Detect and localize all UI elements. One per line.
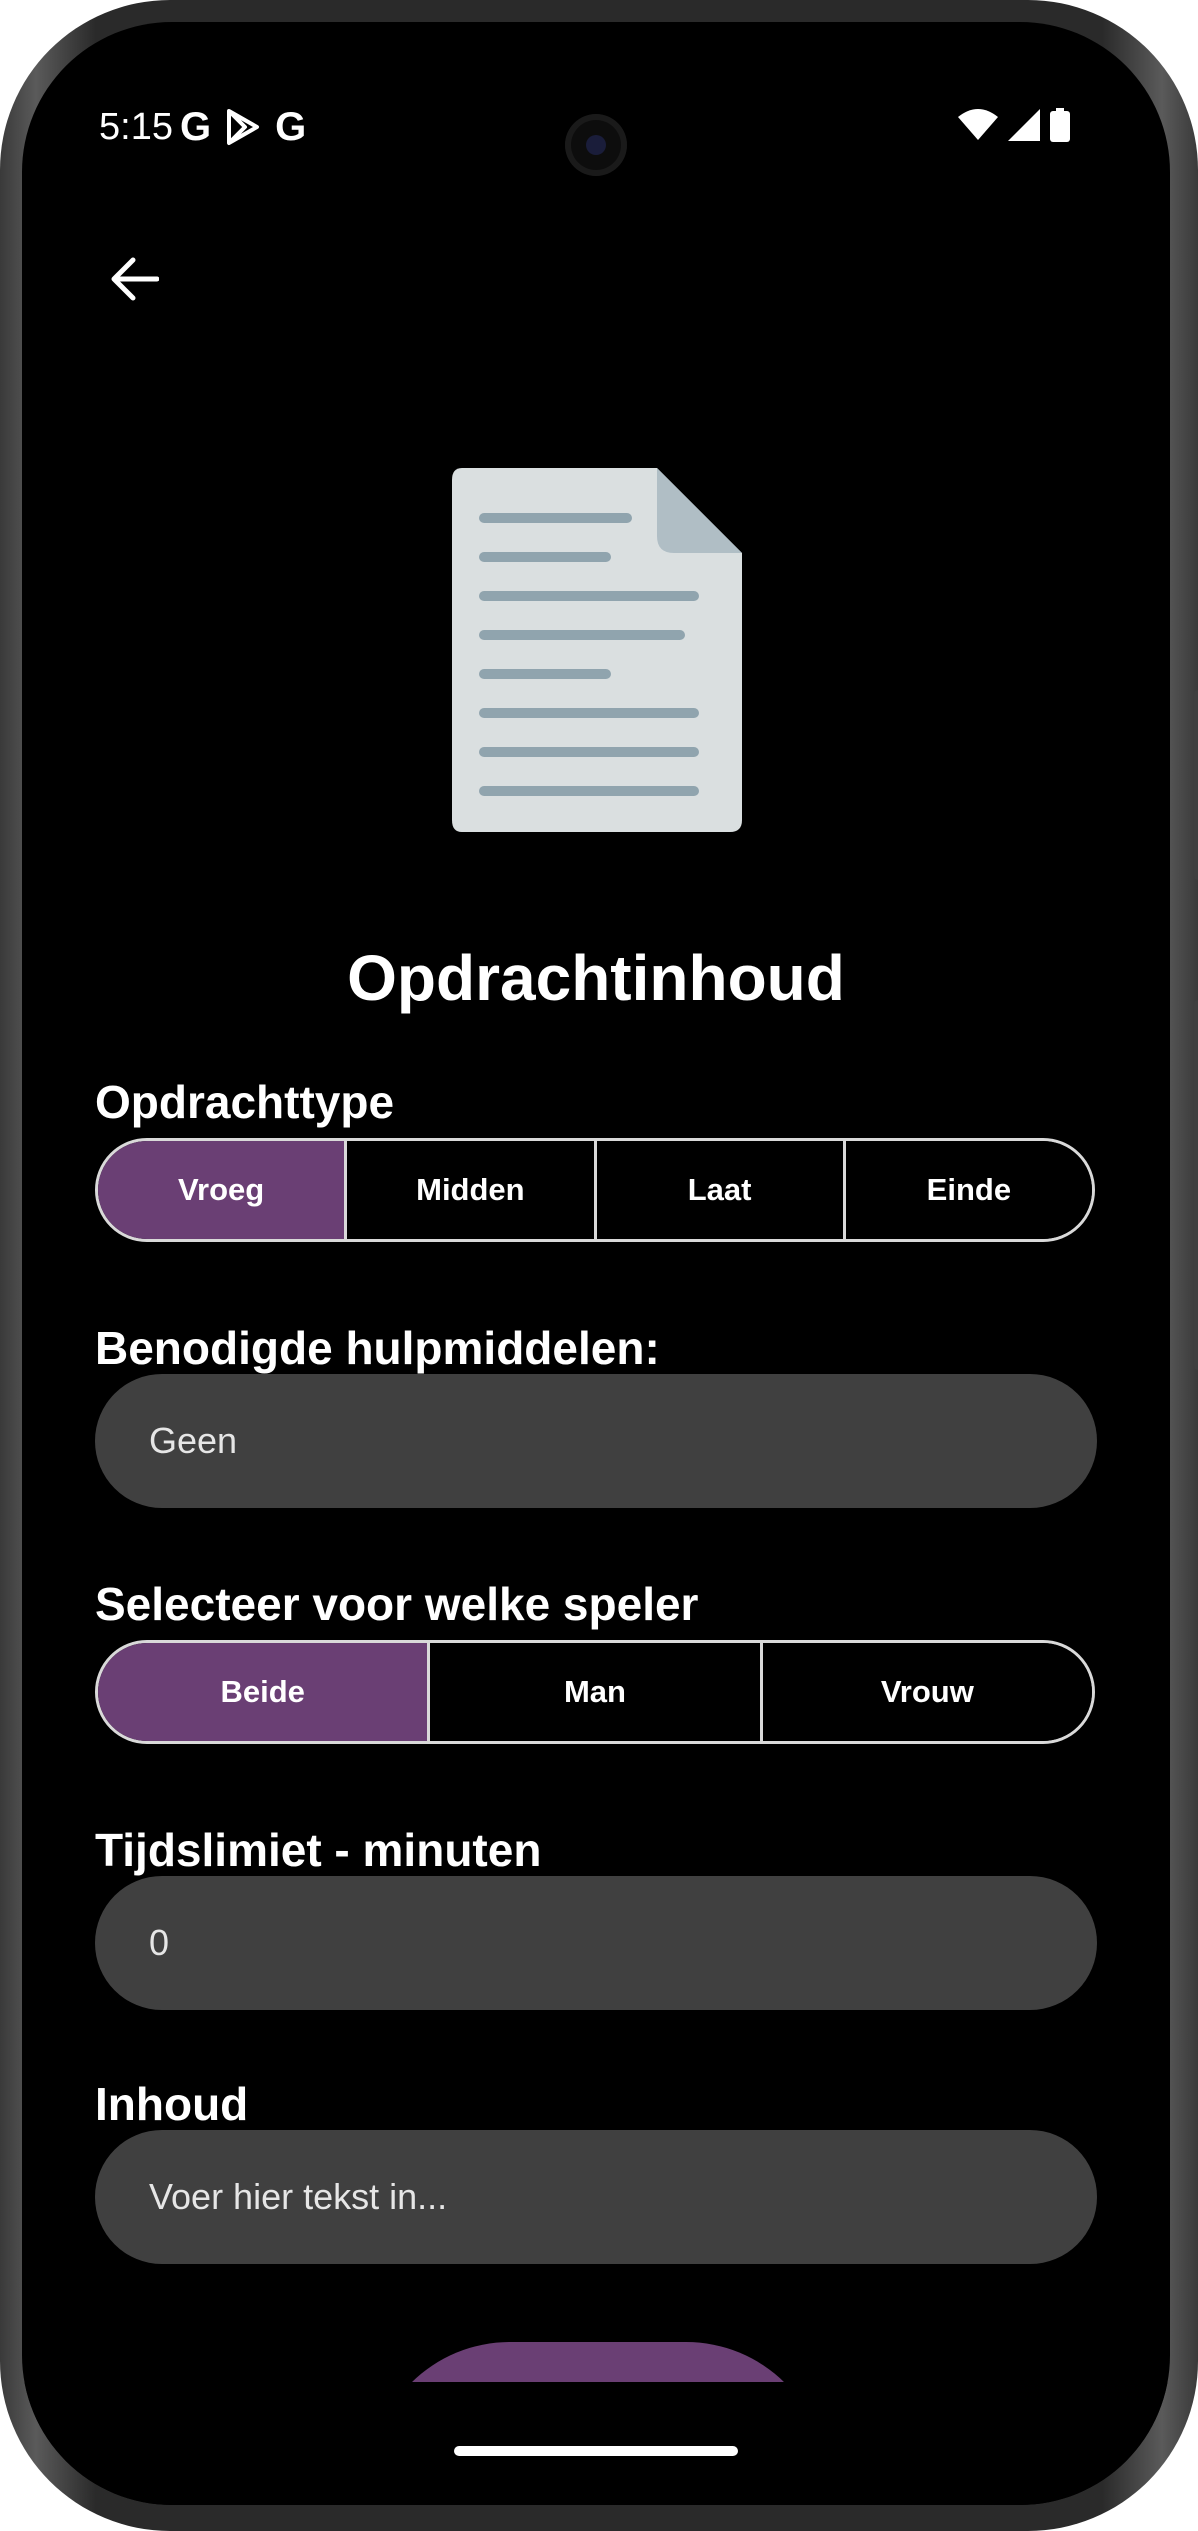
segment-vrouw[interactable]: Vrouw — [762, 1643, 1092, 1741]
time-limit-value: 0 — [149, 1922, 170, 1963]
content-label: Inhoud — [95, 2078, 249, 2130]
time-limit-field[interactable]: 0 — [95, 1876, 1097, 2010]
status-bar: 5:15 G G — [22, 22, 1170, 176]
google-g-icon: G — [275, 105, 307, 149]
content-placeholder: Voer hier tekst in... — [149, 2176, 448, 2217]
front-camera — [565, 114, 627, 176]
segment-man[interactable]: Man — [430, 1643, 763, 1741]
status-time: 5:15 — [99, 106, 173, 148]
play-store-icon — [227, 109, 260, 145]
tools-value: Geen — [149, 1420, 238, 1461]
document-icon — [452, 468, 742, 832]
signal-icon — [1008, 109, 1040, 141]
notification-icons: G G — [180, 105, 306, 149]
tools-label: Benodigde hulpmiddelen: — [95, 1322, 660, 1374]
segment-laat[interactable]: Laat — [596, 1141, 846, 1239]
segment-midden[interactable]: Midden — [347, 1141, 597, 1239]
time-limit-label: Tijdslimiet - minuten — [95, 1824, 542, 1876]
home-indicator[interactable] — [454, 2446, 738, 2456]
tools-field[interactable]: Geen — [95, 1374, 1097, 1508]
assignment-type-label: Opdrachttype — [95, 1076, 395, 1128]
segment-beide[interactable]: Beide — [98, 1643, 431, 1741]
phone-frame: 5:15 G G Opdrachtinhoud Opdrachttype Vro… — [0, 0, 1198, 2531]
player-selector: Beide Man Vrouw — [95, 1640, 1095, 1744]
system-icons — [958, 108, 1070, 142]
volume-button — [1194, 1000, 1198, 1370]
segment-einde[interactable]: Einde — [845, 1141, 1092, 1239]
bottom-area — [22, 2382, 1170, 2505]
power-button — [1194, 690, 1198, 880]
player-label: Selecteer voor welke speler — [95, 1578, 699, 1630]
segment-vroeg[interactable]: Vroeg — [98, 1141, 348, 1239]
wifi-icon — [958, 109, 998, 140]
arrow-left-icon — [111, 257, 159, 301]
screen: 5:15 G G Opdrachtinhoud Opdrachttype Vro… — [22, 22, 1170, 2505]
assignment-type-selector: Vroeg Midden Laat Einde — [95, 1138, 1095, 1242]
google-g-icon: G — [180, 105, 212, 149]
back-button[interactable] — [100, 244, 170, 314]
battery-icon — [1050, 108, 1070, 142]
content-field[interactable]: Voer hier tekst in... — [95, 2130, 1097, 2264]
page-title: Opdrachtinhoud — [347, 942, 845, 1014]
